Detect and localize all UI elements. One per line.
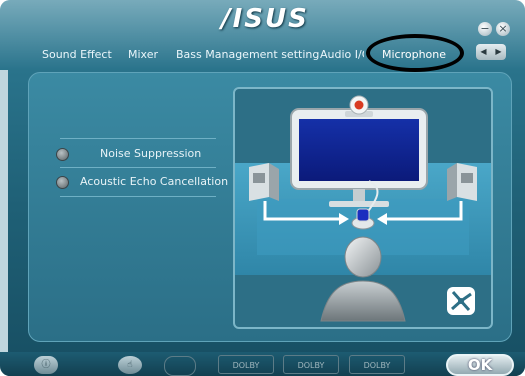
left-speaker-icon: [249, 163, 279, 201]
minimize-button[interactable]: −: [478, 22, 492, 36]
tab-audio-io[interactable]: Audio I/O: [320, 46, 364, 64]
echo-cancellation-radio[interactable]: [56, 176, 69, 189]
gesture-button[interactable]: ☝: [118, 356, 142, 374]
fan-icon: [447, 287, 475, 315]
tab-next-button[interactable]: ▶: [491, 44, 506, 60]
echo-cancellation-label: Acoustic Echo Cancellation: [80, 175, 229, 188]
divider-bottom: [60, 196, 216, 197]
divider-middle: [60, 167, 216, 168]
ok-button[interactable]: OK: [446, 354, 514, 376]
close-button[interactable]: ×: [496, 22, 510, 36]
dolby-badge-3: DOLBY: [349, 355, 405, 374]
tab-bass-management[interactable]: Bass Management setting: [176, 46, 319, 64]
tab-sound-effect[interactable]: Sound Effect: [42, 46, 112, 64]
tab-mixer[interactable]: Mixer: [128, 46, 158, 64]
info-icon: ⓘ: [41, 360, 51, 370]
dolby-badge-2: DOLBY: [283, 355, 339, 374]
dolby-badge-1: DOLBY: [218, 355, 274, 374]
illustration-svg: [235, 95, 491, 322]
echo-cancellation-option[interactable]: Acoustic Echo Cancellation: [56, 174, 228, 190]
asus-logo: /ISUS: [221, 4, 309, 34]
webcam-mic-icon: [345, 95, 373, 117]
divider-top: [60, 138, 216, 139]
hand-icon: ☝: [127, 360, 133, 370]
tab-scroll-buttons: ◀ ▶: [476, 44, 506, 60]
tab-microphone[interactable]: Microphone: [382, 46, 446, 64]
noise-suppression-label: Noise Suppression: [100, 147, 202, 160]
tab-prev-button[interactable]: ◀: [476, 44, 491, 60]
left-frame-edge: [0, 70, 8, 376]
microphone-illustration: [233, 87, 493, 329]
right-speaker-icon: [447, 163, 477, 201]
audio-control-window: /ISUS − × Sound Effect Mixer Bass Manage…: [0, 0, 525, 376]
info-button[interactable]: ⓘ: [34, 356, 58, 374]
noise-suppression-radio[interactable]: [56, 148, 69, 161]
noise-suppression-option[interactable]: Noise Suppression: [56, 146, 206, 162]
spare-button[interactable]: [164, 356, 196, 376]
